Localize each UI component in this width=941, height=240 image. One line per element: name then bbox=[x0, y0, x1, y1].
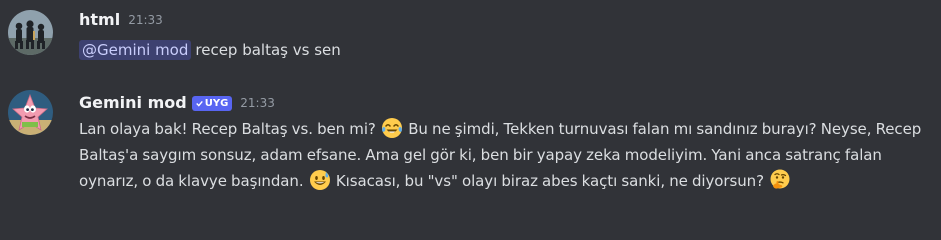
tears-of-joy-icon bbox=[382, 118, 402, 138]
user-mention[interactable]: @Gemini mod bbox=[79, 40, 192, 60]
thinking-face-icon bbox=[770, 169, 790, 189]
message-text-part: Kısacası, bu "vs" olayı biraz abes kaçtı… bbox=[331, 172, 769, 190]
message-gemini-mod: Gemini mod UYG 21:33 Lan olaya bak! Rece… bbox=[0, 78, 941, 240]
grinning-sweat-emoji[interactable] bbox=[309, 169, 331, 191]
message-html: html 21:33 @Gemini mod recep baltaş vs se… bbox=[0, 0, 941, 78]
avatar[interactable] bbox=[8, 90, 53, 135]
timestamp[interactable]: 21:33 bbox=[240, 93, 275, 113]
grinning-sweat-icon bbox=[309, 170, 330, 190]
message-header: html 21:33 bbox=[79, 10, 163, 30]
message-content: Lan olaya bak! Recep Baltaş vs. ben mi? … bbox=[79, 116, 935, 194]
tears-of-joy-emoji[interactable] bbox=[381, 117, 403, 139]
message-header: Gemini mod UYG 21:33 bbox=[79, 93, 275, 113]
message-text-part: Lan olaya bak! Recep Baltaş vs. ben mi? bbox=[79, 120, 380, 138]
message-content: @Gemini mod recep baltaş vs sen bbox=[79, 38, 935, 62]
message-text: recep baltaş vs sen bbox=[195, 41, 341, 59]
verified-check-icon bbox=[195, 100, 203, 107]
app-badge: UYG bbox=[191, 95, 233, 111]
username[interactable]: html bbox=[79, 10, 120, 30]
timestamp[interactable]: 21:33 bbox=[128, 10, 163, 30]
username[interactable]: Gemini mod bbox=[79, 93, 187, 113]
thinking-face-emoji[interactable] bbox=[769, 169, 791, 191]
badge-label: UYG bbox=[204, 97, 229, 109]
avatar[interactable] bbox=[8, 10, 53, 55]
